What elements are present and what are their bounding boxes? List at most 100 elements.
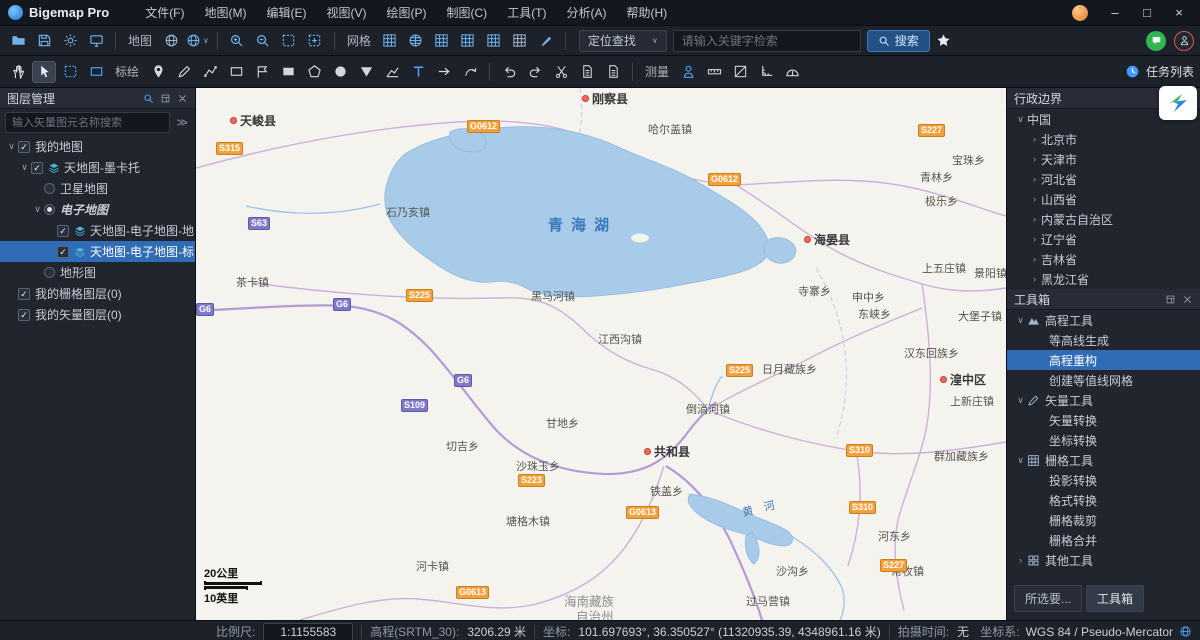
measure-protractor-button[interactable] [780, 61, 804, 83]
toolbox-item[interactable]: 投影转换 [1007, 470, 1200, 490]
layer-tree-item[interactable]: 地形图 [0, 262, 195, 283]
marquee-select-button[interactable] [277, 30, 301, 52]
radio-button[interactable] [44, 267, 55, 278]
draw-square-button[interactable] [276, 61, 300, 83]
draw-curve-button[interactable] [458, 61, 482, 83]
favorite-star-button[interactable] [932, 30, 956, 52]
menu-view[interactable]: 视图(V) [317, 0, 377, 25]
task-list-button[interactable]: 任务列表 [1125, 63, 1194, 80]
search-button[interactable]: 搜索 [867, 30, 930, 52]
toolbox-item[interactable]: ›其他工具 [1007, 550, 1200, 570]
expander-icon[interactable]: ∨ [31, 204, 44, 215]
layer-search-icon[interactable] [143, 93, 154, 104]
grid-standard-button[interactable] [378, 30, 402, 52]
scale-value[interactable]: 1:1155583 [263, 623, 353, 640]
draw-triangle-button[interactable] [354, 61, 378, 83]
tab-toolbox[interactable]: 工具箱 [1086, 585, 1144, 612]
grid-km-button[interactable] [482, 30, 506, 52]
float-panel-icon[interactable] [160, 93, 171, 104]
layer-tree-item[interactable]: ✓天地图-电子地图-地... [0, 220, 195, 241]
admin-tree-item[interactable]: ›河北省 [1007, 169, 1200, 189]
layer-tree-item[interactable]: ∨✓天地图-墨卡托 [0, 157, 195, 178]
undo-button[interactable] [497, 61, 521, 83]
admin-tree-item[interactable]: ›北京市 [1007, 129, 1200, 149]
zoom-in-button[interactable] [225, 30, 249, 52]
menu-tools[interactable]: 工具(T) [497, 0, 556, 25]
menu-map[interactable]: 地图(M) [195, 0, 257, 25]
menu-analysis[interactable]: 分析(A) [557, 0, 617, 25]
select-cursor-button[interactable] [32, 61, 56, 83]
checkbox[interactable]: ✓ [18, 288, 30, 300]
clear-brush-button[interactable] [534, 30, 558, 52]
qq-support-icon[interactable] [1174, 31, 1194, 51]
map-canvas[interactable]: 天峻县刚察县哈尔盖镇青林乡宝珠乡极乐乡石乃亥镇青海湖海晏县上五庄镇景阳镇茶卡镇黑… [196, 88, 1006, 620]
expander-icon[interactable]: › [1028, 194, 1041, 204]
menu-help[interactable]: 帮助(H) [617, 0, 678, 25]
toolbox-item[interactable]: ∨高程工具 [1007, 310, 1200, 330]
marquee-zoom-button[interactable] [303, 30, 327, 52]
open-folder-button[interactable] [6, 30, 30, 52]
close-button[interactable]: × [1164, 2, 1194, 24]
expander-icon[interactable]: › [1028, 154, 1041, 164]
expander-icon[interactable]: ∨ [1014, 395, 1027, 406]
expander-icon[interactable]: ∨ [18, 162, 31, 173]
toolbox-item[interactable]: 高程重构 [1007, 350, 1200, 370]
basemap-light-button[interactable]: ∨ [185, 30, 210, 52]
maximize-button[interactable]: □ [1132, 2, 1162, 24]
menu-draw[interactable]: 绘图(P) [377, 0, 437, 25]
cut-scissors-button[interactable] [549, 61, 573, 83]
copy-document-button[interactable] [575, 61, 599, 83]
toolbox-item[interactable]: ∨矢量工具 [1007, 390, 1200, 410]
paste-document-button[interactable] [601, 61, 625, 83]
layer-tree-item[interactable]: ✓我的矢量图层(0) [0, 304, 195, 325]
grid-globe-button[interactable] [404, 30, 428, 52]
admin-tree-item[interactable]: ›内蒙古自治区 [1007, 209, 1200, 229]
pan-hand-button[interactable] [6, 61, 30, 83]
measure-person-button[interactable] [676, 61, 700, 83]
draw-rectangle-button[interactable] [224, 61, 248, 83]
admin-tree-item[interactable]: ›天津市 [1007, 149, 1200, 169]
expander-icon[interactable]: › [1028, 234, 1041, 244]
grid-dark-button[interactable] [508, 30, 532, 52]
float-panel-icon[interactable] [1165, 294, 1176, 305]
measure-area-button[interactable] [728, 61, 752, 83]
toolbox-item[interactable]: 矢量转换 [1007, 410, 1200, 430]
layer-tree-item[interactable]: ✓天地图-电子地图-标... [0, 241, 195, 262]
minimize-button[interactable]: – [1100, 2, 1130, 24]
admin-tree-item[interactable]: ›山西省 [1007, 189, 1200, 209]
toolbox-item[interactable]: 坐标转换 [1007, 430, 1200, 450]
draw-text-button[interactable] [406, 61, 430, 83]
crs-selector[interactable]: 坐标系: WGS 84 / Pseudo-Mercator [980, 623, 1192, 640]
admin-tree-item[interactable]: ›黑龙江省 [1007, 269, 1200, 289]
save-button[interactable] [32, 30, 56, 52]
bigemap-widget-logo[interactable] [1159, 86, 1197, 120]
draw-point-button[interactable] [146, 61, 170, 83]
layer-tree-item[interactable]: ∨电子地图 [0, 199, 195, 220]
checkbox[interactable]: ✓ [57, 225, 69, 237]
keyword-search-input[interactable] [673, 30, 861, 52]
locate-dropdown[interactable]: 定位查找 ∨ [579, 30, 667, 52]
checkbox[interactable]: ✓ [31, 162, 43, 174]
grid-utm-button[interactable] [456, 30, 480, 52]
settings-gear-button[interactable] [58, 30, 82, 52]
toolbox-item[interactable]: 创建等值线网格 [1007, 370, 1200, 390]
clear-selection-button[interactable] [84, 61, 108, 83]
admin-tree-item[interactable]: ›吉林省 [1007, 249, 1200, 269]
grid-mgrs-button[interactable] [430, 30, 454, 52]
draw-polyline-button[interactable] [198, 61, 222, 83]
toolbox-item[interactable]: 等高线生成 [1007, 330, 1200, 350]
expander-icon[interactable]: ∨ [1014, 455, 1027, 466]
measure-distance-button[interactable] [702, 61, 726, 83]
menu-layout[interactable]: 制图(C) [437, 0, 498, 25]
radio-button[interactable] [44, 183, 55, 194]
toolbox-item[interactable]: ∨栅格工具 [1007, 450, 1200, 470]
toolbox-item[interactable]: 格式转换 [1007, 490, 1200, 510]
draw-slope-button[interactable] [380, 61, 404, 83]
expander-icon[interactable]: › [1028, 254, 1041, 264]
expander-icon[interactable]: › [1014, 555, 1027, 565]
radio-button[interactable] [44, 204, 55, 215]
box-select-button[interactable] [58, 61, 82, 83]
expander-icon[interactable]: ∨ [5, 141, 18, 152]
expander-icon[interactable]: › [1028, 274, 1041, 284]
draw-line-button[interactable] [172, 61, 196, 83]
